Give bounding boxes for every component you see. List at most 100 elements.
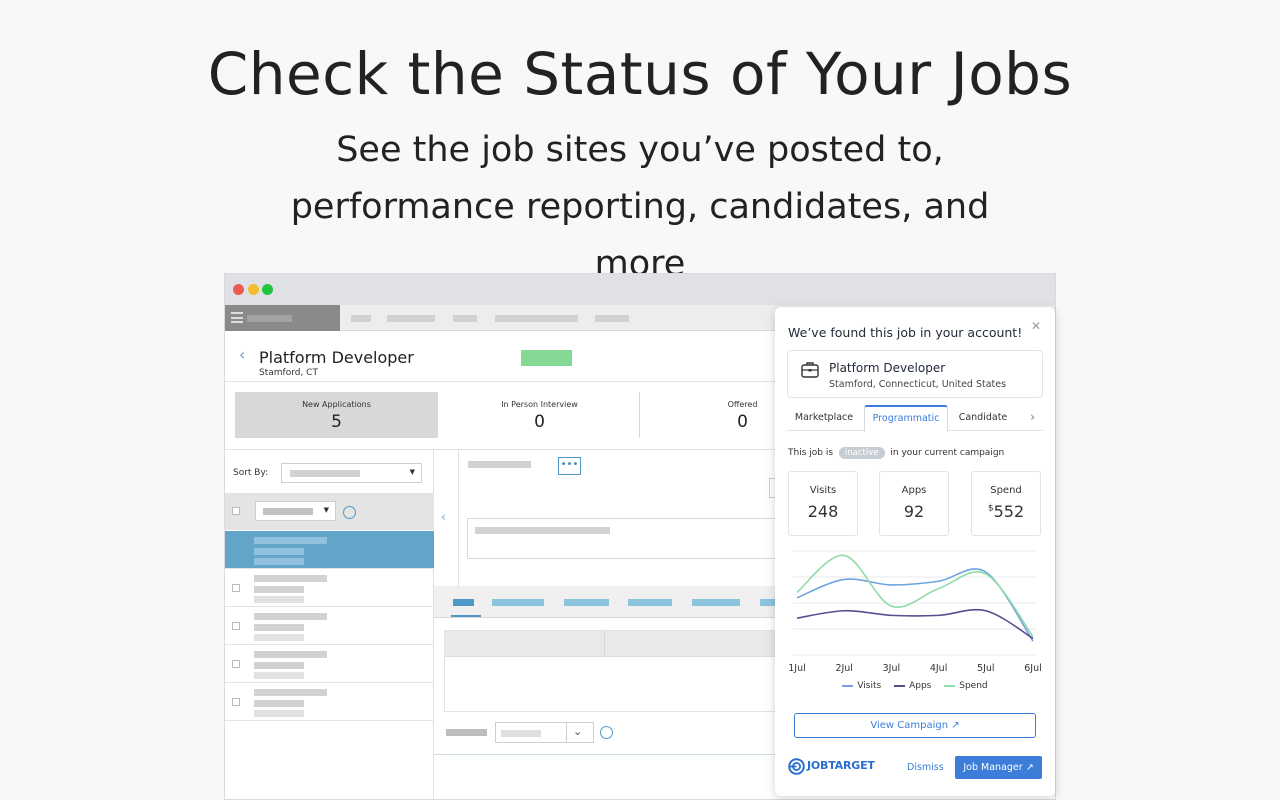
job-title: Platform Developer	[259, 348, 414, 367]
chevron-right-icon[interactable]: ›	[1030, 410, 1035, 424]
footer-divider	[434, 754, 784, 755]
chevron-down-icon: ▼	[409, 468, 415, 476]
job-found-popup: We’ve found this job in your account! ✕ …	[775, 307, 1055, 796]
dismiss-link[interactable]: Dismiss	[907, 762, 944, 773]
row-placeholder	[254, 624, 304, 631]
nav-item-placeholder[interactable]	[495, 315, 578, 322]
minimize-window-dot[interactable]	[248, 284, 259, 295]
detail-tab[interactable]	[492, 599, 544, 606]
select-placeholder	[290, 470, 360, 477]
nav-item-placeholder[interactable]	[453, 315, 477, 322]
refresh-circle-icon[interactable]	[343, 506, 356, 519]
list-item[interactable]	[225, 645, 434, 683]
legend-item-apps: Apps	[894, 681, 931, 691]
performance-chart: 1Jul 2Jul 3Jul 4Jul 5Jul 6Jul	[788, 550, 1042, 674]
list-item[interactable]	[225, 683, 434, 721]
external-link-icon: ↗	[951, 720, 960, 731]
stat-in-person-interview[interactable]: In Person Interview 0	[438, 392, 641, 438]
view-campaign-button[interactable]: View Campaign ↗	[794, 713, 1036, 738]
legend-item-spend: Spend	[944, 681, 988, 691]
detail-tab[interactable]	[453, 599, 474, 606]
row-placeholder	[254, 613, 327, 620]
row-placeholder	[254, 575, 327, 582]
sort-select[interactable]: ▼	[281, 463, 422, 483]
stat-value: 0	[534, 412, 545, 432]
tab-programmatic[interactable]: Programmatic	[864, 405, 948, 432]
jobtarget-logo-icon	[788, 758, 805, 775]
panel-divider	[458, 450, 459, 587]
detail-tab-strip	[434, 586, 784, 618]
job-manager-button[interactable]: Job Manager ↗	[955, 756, 1042, 779]
sort-by-label: Sort By:	[233, 468, 269, 478]
status-badge: inactive	[838, 447, 885, 459]
row-placeholder	[254, 662, 304, 669]
row-checkbox[interactable]	[232, 622, 240, 630]
window-titlebar	[225, 274, 1055, 305]
select-divider	[566, 723, 567, 742]
filter-select[interactable]: ▼	[255, 501, 336, 521]
more-options-button[interactable]: •••	[558, 457, 581, 475]
detail-tab[interactable]	[692, 599, 740, 606]
series-line-spend	[796, 554, 1034, 638]
grid-header	[445, 631, 785, 657]
list-item[interactable]	[225, 607, 434, 645]
metric-value: $552	[972, 502, 1040, 521]
chart-legend: Visits Apps Spend	[775, 681, 1055, 691]
nav-item-placeholder[interactable]	[351, 315, 371, 322]
row-checkbox[interactable]	[232, 660, 240, 668]
x-tick-label: 1Jul	[788, 663, 806, 674]
message-box[interactable]	[467, 518, 787, 559]
select-placeholder	[501, 730, 541, 737]
stat-value: 5	[331, 412, 342, 432]
list-item[interactable]	[225, 531, 434, 569]
pager-circle-icon[interactable]	[600, 726, 613, 739]
nav-menu-button[interactable]	[225, 305, 340, 331]
close-window-dot[interactable]	[233, 284, 244, 295]
status-chip	[521, 350, 572, 366]
row-placeholder	[254, 710, 304, 717]
stat-new-applications[interactable]: New Applications 5	[235, 392, 438, 438]
collapse-chevron-icon[interactable]: ‹	[441, 510, 446, 524]
row-placeholder	[254, 672, 304, 679]
row-placeholder	[254, 651, 327, 658]
nav-item-placeholder[interactable]	[387, 315, 435, 322]
job-location: Stamford, CT	[259, 368, 318, 378]
candidate-detail-panel: ‹ •••	[434, 449, 789, 587]
row-placeholder	[254, 537, 327, 544]
close-icon[interactable]: ✕	[1031, 319, 1041, 333]
x-tick-label: 5Jul	[977, 663, 995, 674]
chevron-down-icon: ▼	[323, 506, 329, 514]
logo-text: JOBTARGET	[807, 759, 875, 772]
back-chevron-icon[interactable]: ‹	[239, 345, 245, 364]
row-checkbox[interactable]	[232, 698, 240, 706]
select-all-checkbox[interactable]	[232, 507, 240, 515]
job-manager-label: Job Manager	[963, 762, 1023, 773]
legend-swatch	[842, 684, 854, 687]
popup-job-location: Stamford, Connecticut, United States	[829, 379, 1007, 390]
row-placeholder	[254, 689, 327, 696]
detail-title-placeholder	[468, 461, 531, 468]
job-summary-box: Platform Developer Stamford, Connecticut…	[787, 350, 1043, 398]
nav-item-placeholder[interactable]	[595, 315, 629, 322]
legend-label: Spend	[959, 681, 988, 691]
tab-candidate[interactable]: Candidate	[951, 405, 1015, 431]
pager-select[interactable]: ⌄	[495, 722, 594, 743]
status-prefix: This job is	[788, 448, 834, 458]
metric-label: Apps	[901, 485, 927, 496]
detail-tab[interactable]	[564, 599, 609, 606]
legend-item-visits: Visits	[842, 681, 881, 691]
view-campaign-label: View Campaign	[870, 720, 949, 731]
tab-marketplace[interactable]: Marketplace	[787, 405, 861, 431]
row-placeholder	[254, 700, 304, 707]
hero-title: Check the Status of Your Jobs	[207, 40, 1073, 108]
legend-swatch	[894, 684, 906, 687]
stat-label: New Applications	[302, 400, 371, 409]
row-checkbox[interactable]	[232, 584, 240, 592]
detail-tab[interactable]	[628, 599, 672, 606]
nav-menu-placeholder	[247, 315, 292, 322]
list-item[interactable]	[225, 569, 434, 607]
maximize-window-dot[interactable]	[262, 284, 273, 295]
metric-apps: Apps 92	[879, 471, 949, 536]
stat-label: In Person Interview	[501, 400, 578, 409]
pager-label-placeholder	[446, 729, 487, 736]
